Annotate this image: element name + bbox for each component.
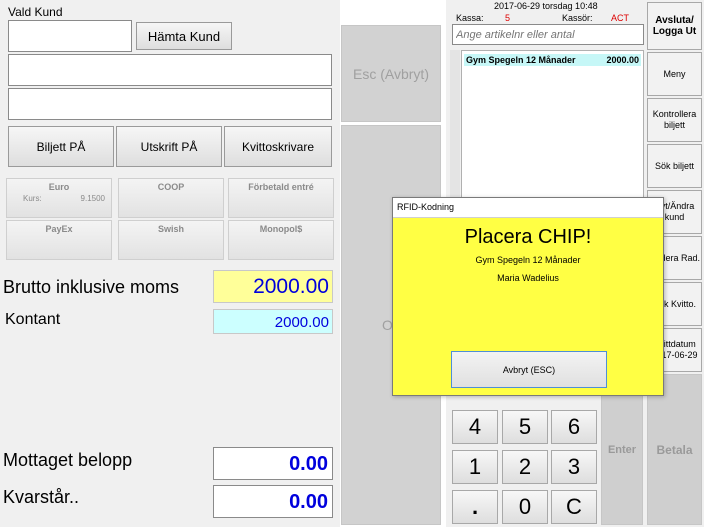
- fetch-customer-button[interactable]: Hämta Kund: [136, 22, 232, 50]
- enter-button[interactable]: Enter: [601, 374, 643, 525]
- received-value[interactable]: 0.00: [213, 447, 333, 480]
- payment-tile-label: Euro: [48, 182, 70, 192]
- cart-item-name: Gym Spegeln 12 Månader: [466, 55, 576, 65]
- dialog-cancel-button[interactable]: Avbryt (ESC): [451, 351, 607, 388]
- customer-title: Vald Kund: [8, 5, 63, 19]
- rfid-dialog: RFID-Kodning Placera CHIP! Gym Spegeln 1…: [392, 197, 664, 396]
- customer-name-field[interactable]: [8, 54, 332, 86]
- dialog-heading: Placera CHIP!: [464, 226, 592, 248]
- numpad-key-4[interactable]: 4: [452, 410, 498, 444]
- register-label: Kassa:: [456, 13, 484, 23]
- numpad-key-1[interactable]: 1: [452, 450, 498, 484]
- dialog-titlebar[interactable]: RFID-Kodning: [393, 198, 663, 218]
- datetime: 2017-06-29 torsdag 10:48: [494, 1, 598, 11]
- numpad-key-2[interactable]: 2: [502, 450, 548, 484]
- numpad-key-clear[interactable]: C: [551, 490, 597, 524]
- dialog-product: Gym Spegeln 12 Månader: [475, 255, 581, 265]
- payment-tile-coop[interactable]: COOP: [118, 178, 224, 218]
- payment-tile-prepaid[interactable]: Förbetald entré: [228, 178, 334, 218]
- numpad-key-6[interactable]: 6: [551, 410, 597, 444]
- cart-item[interactable]: Gym Spegeln 12 Månader 2000.00: [464, 54, 641, 66]
- register-value: 5: [505, 13, 511, 23]
- cashier-label: Kassör:: [562, 13, 593, 23]
- gross-label: Brutto inklusive moms: [3, 277, 180, 297]
- payment-tile-label: PayEx: [45, 224, 73, 234]
- menu-button[interactable]: Meny: [647, 52, 702, 96]
- esc-cancel-button[interactable]: Esc (Avbryt): [341, 25, 441, 122]
- exchange-rate-label: Kurs:: [23, 194, 42, 203]
- numpad-key-3[interactable]: 3: [551, 450, 597, 484]
- received-label: Mottaget belopp: [3, 450, 133, 470]
- customer-info-field[interactable]: [8, 88, 332, 120]
- payment-tile-euro[interactable]: Euro Kurs: 9.1500: [6, 178, 112, 218]
- customer-id-input[interactable]: [8, 20, 132, 52]
- cash-value: 2000.00: [213, 309, 333, 334]
- cart-item-price: 2000.00: [606, 55, 639, 65]
- ticket-toggle-button[interactable]: Biljett PÅ: [8, 126, 114, 167]
- article-input[interactable]: [452, 24, 644, 45]
- dialog-customer-name: Maria Wadelius: [497, 273, 559, 283]
- print-toggle-button[interactable]: Utskrift PÅ: [116, 126, 222, 167]
- dialog-title: RFID-Kodning: [397, 202, 455, 212]
- logout-button[interactable]: Avsluta/ Logga Ut: [647, 2, 702, 50]
- numpad-key-decimal[interactable]: .: [452, 490, 498, 524]
- cashier-value: ACT: [611, 13, 629, 23]
- payment-tile-monopol[interactable]: Monopol$: [228, 220, 334, 260]
- search-ticket-button[interactable]: Sök biljett: [647, 144, 702, 188]
- gross-value: 2000.00: [213, 270, 333, 303]
- remaining-label: Kvarstår..: [3, 487, 80, 507]
- pay-button[interactable]: Betala: [647, 374, 702, 525]
- payment-tile-swish[interactable]: Swish: [118, 220, 224, 260]
- numpad-key-0[interactable]: 0: [502, 490, 548, 524]
- receipt-printer-button[interactable]: Kvittoskrivare: [224, 126, 332, 167]
- cash-label: Kontant: [5, 311, 61, 328]
- payment-tile-label: Monopol$: [259, 224, 303, 234]
- payment-tile-label: Swish: [157, 224, 184, 234]
- check-ticket-button[interactable]: Kontrollera biljett: [647, 98, 702, 142]
- remaining-value: 0.00: [213, 485, 333, 518]
- payment-tile-label: COOP: [157, 182, 185, 192]
- payment-tile-payex[interactable]: PayEx: [6, 220, 112, 260]
- exchange-rate-value: 9.1500: [80, 194, 105, 203]
- payment-tile-label: Förbetald entré: [248, 182, 314, 192]
- numpad-key-5[interactable]: 5: [502, 410, 548, 444]
